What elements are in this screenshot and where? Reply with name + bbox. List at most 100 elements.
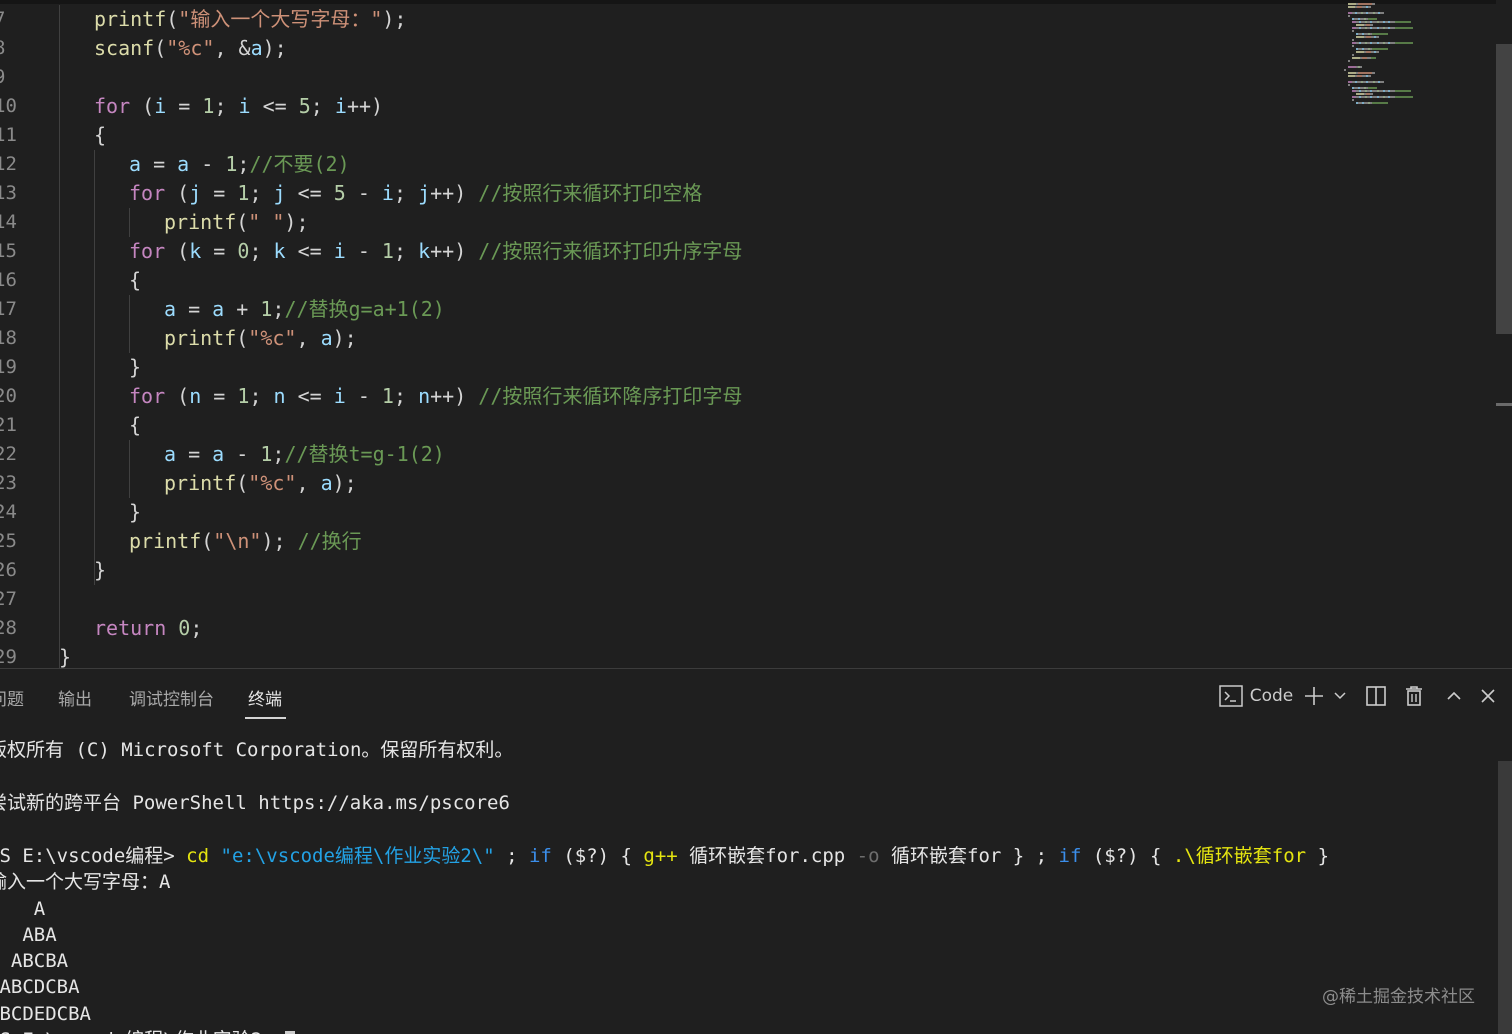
code-token: ++) [430,181,478,205]
code-token: //替换t=g-1(2) [284,442,444,466]
terminal-line: ABCDCBA [0,974,80,1000]
tab-terminal[interactable]: 终端 [248,685,282,710]
code-token: ; [249,181,273,205]
code-token: , & [214,36,250,60]
terminal-output[interactable]: 版权所有 (C) Microsoft Corporation。保留所有权利。尝试… [0,727,1495,1034]
code-token: " " [248,210,284,234]
code-token: printf [164,210,236,234]
code-token: j [418,181,430,205]
minimap-mark [1358,3,1372,5]
code-token: , [296,471,320,495]
code-area[interactable]: printf("输入一个大写字母：");scanf("%c", &a);for … [0,0,1330,668]
code-token: ; [272,297,284,321]
code-token: 0 [237,239,249,263]
terminal-text: ABCDCBA [0,976,80,998]
code-token: <= [286,239,334,263]
terminal-dropdown-button[interactable] [1330,683,1350,709]
code-token: - [346,239,382,263]
code-line: printf("输入一个大写字母："); [94,5,406,34]
code-token: j [189,181,201,205]
code-token: } [129,500,141,524]
terminal-scrollbar[interactable] [1498,761,1512,1034]
terminal-text: } [1306,845,1329,867]
minimap-mark [1356,93,1364,95]
minimap-mark [1348,75,1355,77]
code-token [166,616,178,640]
code-token: return [94,616,166,640]
code-line: } [94,556,106,585]
tab-debug-console[interactable]: 调试控制台 [129,685,214,710]
maximize-panel-button[interactable] [1442,683,1466,709]
code-token: ( [130,94,154,118]
code-token: = [201,181,237,205]
editor-scrollbar-thumb[interactable] [1496,44,1512,334]
code-token: "%c" [166,36,214,60]
minimap-mark [1395,96,1413,98]
terminal-profile-button[interactable]: Code [1218,683,1294,709]
code-line: for (i = 1; i <= 5; i++) [94,92,383,121]
terminal-text: ABCDEDCBA [0,1003,91,1025]
minimap-mark [1368,6,1371,8]
terminal-line: ABCDEDCBA [0,1001,91,1027]
minimap[interactable] [1338,0,1498,110]
minimap-mark [1372,48,1388,50]
code-token: i [335,94,347,118]
code-token: printf [164,471,236,495]
code-line: scanf("%c", &a); [94,34,287,63]
code-token: //不要(2) [249,152,349,176]
code-token: "输入一个大写字母：" [178,7,382,31]
code-token: } [129,355,141,379]
code-token: <= [251,94,299,118]
terminal-line: ABA [0,922,57,948]
code-token: a [212,442,224,466]
indent-guide [129,295,130,353]
terminal-text: if [529,845,552,867]
code-token: - [189,152,225,176]
code-token: ( [154,36,166,60]
terminal-text: g++ [643,845,677,867]
code-token: i [334,384,346,408]
code-token: a [164,442,176,466]
code-token: <= [286,181,334,205]
code-token: 1 [202,94,214,118]
code-token: ; [249,384,273,408]
code-token: //换行 [298,529,362,553]
code-line: { [129,411,141,440]
new-terminal-button[interactable] [1302,683,1326,709]
split-terminal-button[interactable] [1363,683,1389,709]
code-token: k [189,239,201,263]
tab-problems[interactable]: 问题 [0,685,24,710]
minimap-mark [1370,93,1373,95]
code-editor[interactable]: 7891011121314151617181920212223242526272… [0,0,1512,668]
code-token: ); [261,529,297,553]
minimap-mark [1395,27,1413,29]
minimap-mark [1356,51,1364,53]
code-token: k [274,239,286,263]
terminal-line: A [0,896,45,922]
code-line: printf("%c", a); [164,469,357,498]
chevron-up-icon [1446,690,1462,702]
minimap-mark [1344,69,1346,71]
kill-terminal-button[interactable] [1402,683,1426,709]
code-token: 1 [260,297,272,321]
code-token: 1 [225,152,237,176]
code-token: 1 [382,384,394,408]
code-line: } [59,643,71,668]
code-line: printf(" "); [164,208,309,237]
tab-output[interactable]: 输出 [58,685,92,710]
close-panel-button[interactable] [1476,683,1500,709]
code-token: ; [237,152,249,176]
close-icon [1480,688,1496,704]
minimap-mark [1372,72,1375,74]
code-token: ( [201,529,213,553]
terminal-line: 输入一个大写字母：A [0,869,170,895]
code-token: { [129,413,141,437]
code-token: "%c" [248,471,296,495]
code-token: a [129,152,141,176]
terminal-text: "e:\vscode编程\作业实验2\" [221,845,495,867]
code-token: printf [129,529,201,553]
minimap-mark [1395,90,1411,92]
minimap-mark [1376,36,1379,38]
code-token: j [274,181,286,205]
code-token: - [224,442,260,466]
